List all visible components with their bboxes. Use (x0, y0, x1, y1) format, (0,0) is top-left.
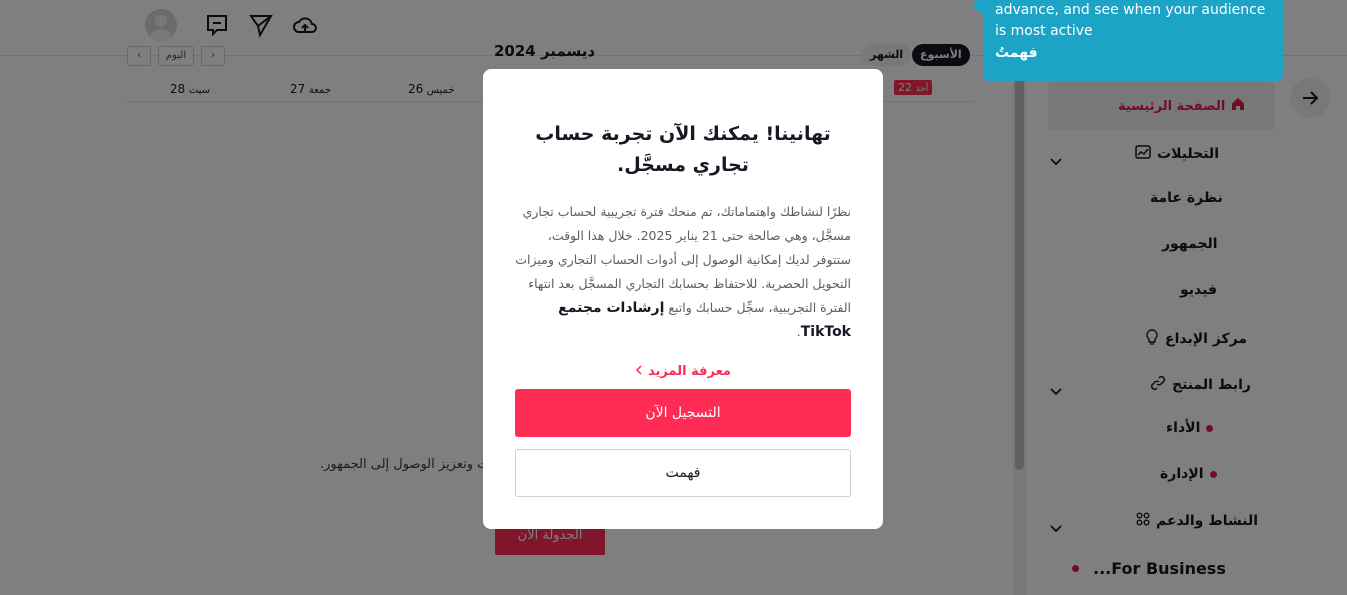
register-now-button[interactable]: التسجيل الآن (515, 389, 851, 437)
chevron-left-icon (635, 364, 642, 379)
onboarding-tooltip: advance, and see when your audience is m… (983, 0, 1283, 81)
got-it-button[interactable]: فهمت (515, 449, 851, 497)
trial-modal: تهانينا! يمكنك الآن تجربة حساب تجاري مسج… (483, 69, 883, 529)
learn-more-link[interactable]: معرفة المزيد (515, 364, 851, 379)
modal-title: تهانينا! يمكنك الآن تجربة حساب تجاري مسج… (535, 123, 831, 176)
tooltip-text: advance, and see when your audience is m… (995, 2, 1266, 39)
tooltip-got-it-button[interactable]: فهمتُ (995, 45, 1271, 61)
modal-body: نظرًا لنشاطك واهتماماتك، تم منحك فترة تج… (515, 204, 851, 340)
